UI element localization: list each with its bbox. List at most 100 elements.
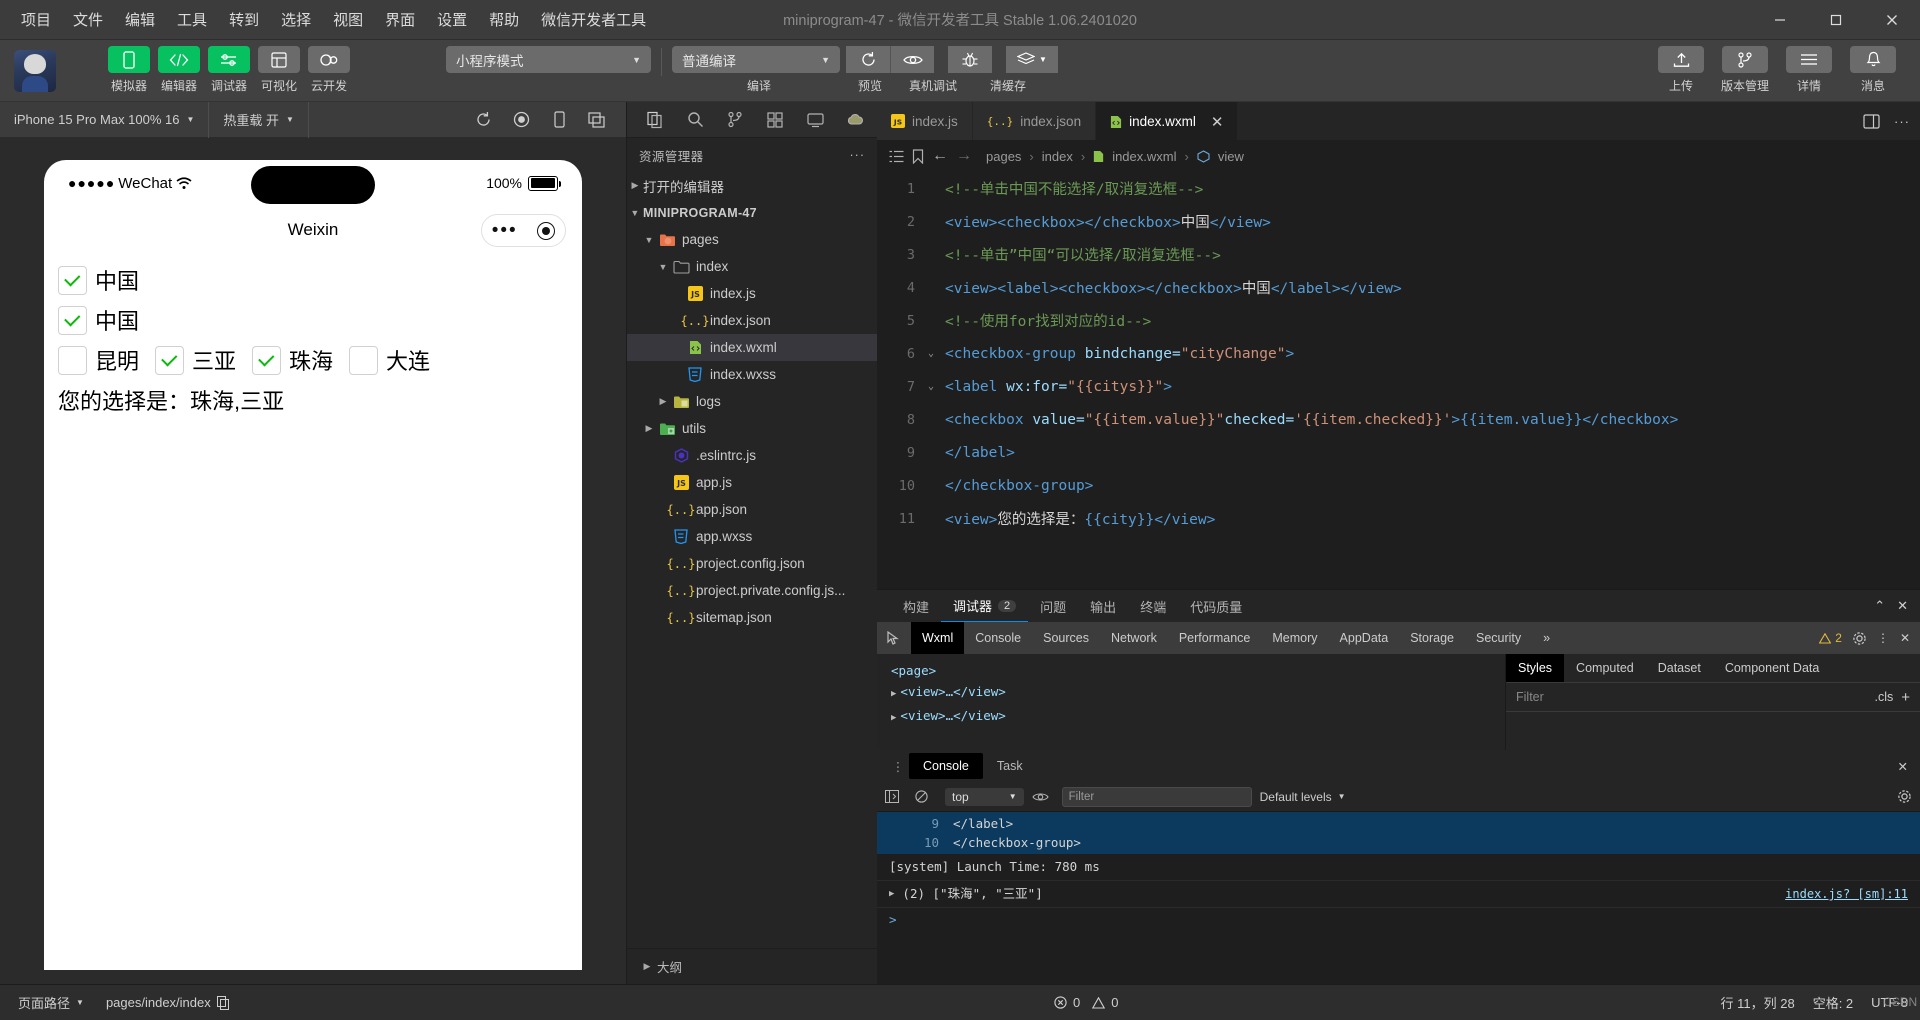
explorer-more-icon[interactable]: ··· — [850, 148, 866, 162]
clear-console-icon[interactable] — [915, 790, 937, 803]
panel-tab-output[interactable]: 输出 — [1078, 590, 1128, 622]
bookmark-icon[interactable] — [912, 148, 924, 164]
tree-row-index-js[interactable]: JS index.js — [627, 280, 877, 307]
tree-row-app-wxss[interactable]: app.wxss — [627, 523, 877, 550]
breadcrumb-index-wxml[interactable]: index.wxml — [1112, 149, 1176, 164]
panel-tab-debugger[interactable]: 调试器 2 — [941, 590, 1029, 622]
tree-row-app-json[interactable]: {..} app.json — [627, 496, 877, 523]
maximize-button[interactable] — [1808, 0, 1864, 40]
context-select[interactable]: top ▼ — [945, 787, 1024, 806]
close-panel-icon[interactable]: ✕ — [1897, 598, 1908, 614]
devtools-tab-storage[interactable]: Storage — [1399, 622, 1465, 654]
menu-item-help[interactable]: 帮助 — [478, 5, 530, 34]
add-rule-icon[interactable]: + — [1901, 689, 1910, 706]
devtools-tab-console[interactable]: Console — [964, 622, 1032, 654]
checkbox-row-2[interactable]: 中国 — [58, 304, 568, 336]
source-control-icon[interactable] — [715, 102, 755, 138]
cloud-icon[interactable] — [835, 102, 875, 138]
capsule-button[interactable]: ••• — [481, 214, 566, 247]
version-control-button[interactable]: 版本管理 — [1721, 46, 1769, 94]
devtools-tab-network[interactable]: Network — [1100, 622, 1168, 654]
avatar[interactable] — [14, 50, 56, 92]
issues-indicator[interactable]: 0 0 — [1048, 995, 1124, 1010]
more-vertical-icon[interactable]: ⋮ — [1877, 631, 1890, 645]
page-path-value-group[interactable]: pages/index/index — [100, 995, 236, 1010]
devtools-tab-appdata[interactable]: AppData — [1329, 622, 1400, 654]
mode-select[interactable]: 小程序模式 ▼ — [446, 46, 651, 73]
styles-tab-dataset[interactable]: Dataset — [1646, 654, 1713, 682]
simulator-record-button[interactable] — [502, 102, 540, 138]
breadcrumb-view[interactable]: view — [1218, 149, 1244, 164]
tree-row-project-config[interactable]: {..} project.config.json — [627, 550, 877, 577]
menu-item-file[interactable]: 文件 — [62, 5, 114, 34]
search-icon[interactable] — [675, 102, 715, 138]
simulator-refresh-button[interactable] — [464, 102, 502, 138]
messages-button[interactable]: 消息 — [1850, 46, 1896, 94]
devtools-tab-sources[interactable]: Sources — [1032, 622, 1100, 654]
menu-item-select[interactable]: 选择 — [270, 5, 322, 34]
device-select[interactable]: iPhone 15 Pro Max 100% 16 ▼ — [0, 101, 210, 138]
split-editor-icon[interactable] — [1863, 113, 1880, 129]
compile-button[interactable] — [846, 46, 890, 73]
details-button[interactable]: 详情 — [1786, 46, 1832, 94]
breadcrumb-index[interactable]: index — [1042, 149, 1073, 164]
close-console-icon[interactable]: ✕ — [1898, 759, 1908, 774]
checkbox-icon-sanya[interactable] — [155, 345, 185, 375]
simulator-device-button[interactable] — [540, 102, 578, 138]
menu-item-edit[interactable]: 编辑 — [114, 5, 166, 34]
panel-tab-build[interactable]: 构建 — [891, 590, 941, 622]
wxml-dom-tree[interactable]: <page> ▶ <view>…</view> ▶ <view>…</view> — [877, 654, 1505, 750]
styles-tab-styles[interactable]: Styles — [1506, 654, 1565, 682]
chevron-right-icon[interactable]: ▶ — [891, 689, 896, 699]
menu-item-project[interactable]: 项目 — [10, 5, 62, 34]
menu-item-ui[interactable]: 界面 — [374, 5, 426, 34]
console-filter-input[interactable]: Filter — [1061, 786, 1252, 807]
debug-icon[interactable] — [795, 102, 835, 138]
outline-section[interactable]: ▶ 大纲 — [627, 948, 877, 984]
minimize-button[interactable] — [1752, 0, 1808, 40]
tree-row-logs[interactable]: ▶ logs — [627, 388, 877, 415]
styles-filter-input[interactable]: Filter — [1516, 690, 1544, 704]
styles-tab-component-data[interactable]: Component Data — [1713, 654, 1832, 682]
tree-row-sitemap[interactable]: {..} sitemap.json — [627, 604, 877, 631]
tab-index-json[interactable]: {..} index.json — [972, 102, 1097, 140]
preview-button[interactable] — [890, 46, 934, 73]
menu-item-view[interactable]: 视图 — [322, 5, 374, 34]
console-tab-task[interactable]: Task — [983, 753, 1037, 779]
tree-row-pages[interactable]: ▼ pages — [627, 226, 877, 253]
menu-item-goto[interactable]: 转到 — [218, 5, 270, 34]
cls-toggle[interactable]: .cls — [1874, 690, 1893, 704]
panel-tab-code-quality[interactable]: 代码质量 — [1178, 590, 1254, 622]
close-icon[interactable]: ✕ — [1211, 113, 1224, 131]
styles-tab-computed[interactable]: Computed — [1564, 654, 1646, 682]
checkbox-icon-kunming[interactable] — [58, 345, 87, 375]
tree-row-index-json[interactable]: {..} index.json — [627, 307, 877, 334]
panel-tab-terminal[interactable]: 终端 — [1128, 590, 1178, 622]
files-icon[interactable] — [635, 102, 675, 138]
inspect-element-icon[interactable] — [877, 622, 911, 654]
tree-row-index-wxml[interactable]: index.wxml — [627, 334, 877, 361]
tab-index-wxml[interactable]: index.wxml ✕ — [1096, 102, 1239, 140]
collapse-panel-icon[interactable]: ⌃ — [1874, 598, 1885, 614]
tree-row-eslintrc[interactable]: .eslintrc.js — [627, 442, 877, 469]
chevron-right-icon[interactable]: ▶ — [889, 885, 894, 903]
real-device-debug-button[interactable] — [948, 46, 992, 73]
fold-toggle[interactable]: ⌄ — [923, 348, 939, 359]
editor-more-icon[interactable]: ··· — [1894, 114, 1910, 129]
checkbox-icon-zhuhai[interactable] — [252, 345, 282, 375]
close-button[interactable] — [1864, 0, 1920, 40]
compile-select[interactable]: 普通编译 ▼ — [672, 46, 840, 73]
outline-list-icon[interactable] — [889, 150, 904, 163]
tree-row-utils[interactable]: ▶ utils — [627, 415, 877, 442]
hot-reload-select[interactable]: 热重载 开 ▼ — [209, 101, 309, 138]
project-root-row[interactable]: ▼ MINIPROGRAM-47 — [627, 199, 877, 226]
console-array-row[interactable]: ▶ (2) ["珠海", "三亚"] index.js? [sm]:11 — [877, 881, 1920, 908]
simulator-window-button[interactable] — [578, 102, 616, 138]
drag-handle-icon[interactable]: ⋮ — [887, 759, 909, 774]
back-arrow-icon[interactable]: ← — [932, 147, 948, 165]
levels-select[interactable]: Default levels ▼ — [1260, 790, 1346, 804]
chevron-right-icon[interactable]: ▶ — [891, 713, 896, 723]
console-source-link[interactable]: index.js? [sm]:11 — [1785, 885, 1908, 903]
toolbar-button-editor[interactable]: 编辑器 — [158, 46, 200, 94]
panel-tab-problems[interactable]: 问题 — [1028, 590, 1078, 622]
